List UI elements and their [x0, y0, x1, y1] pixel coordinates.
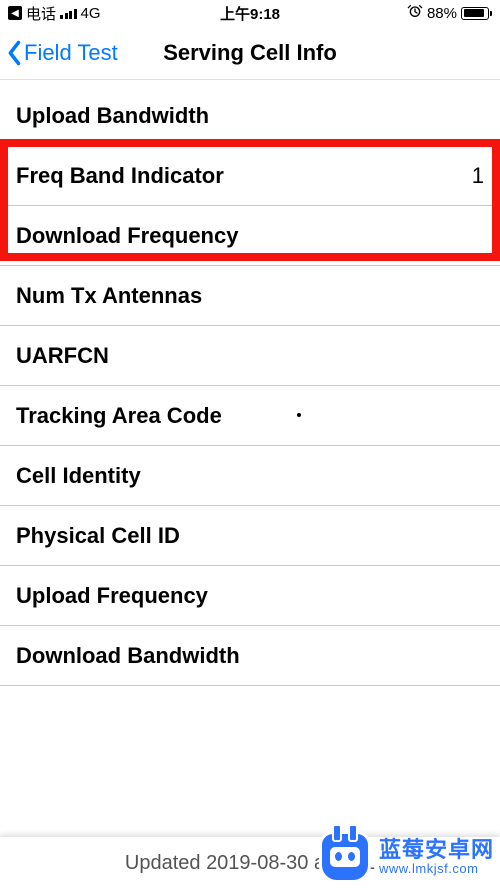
- network-label: 4G: [81, 5, 101, 22]
- back-label: Field Test: [24, 40, 118, 66]
- info-list: Upload Bandwidth Freq Band Indicator 1 D…: [0, 80, 500, 686]
- row-label: Tracking Area Code: [16, 403, 222, 429]
- stray-dot: [297, 413, 301, 417]
- status-right: 88%: [407, 3, 492, 23]
- watermark: 蓝莓安卓网 www.lmkjsf.com: [319, 831, 494, 883]
- row-value: 1: [472, 163, 484, 189]
- status-left: ◀ 电话 4G: [8, 3, 101, 24]
- watermark-url: www.lmkjsf.com: [379, 862, 494, 876]
- row-label: Freq Band Indicator: [16, 163, 224, 189]
- row-label: Num Tx Antennas: [16, 283, 202, 309]
- row-label: Physical Cell ID: [16, 523, 180, 549]
- row-label: Upload Bandwidth: [16, 103, 209, 129]
- status-bar: ◀ 电话 4G 上午9:18 88%: [0, 0, 500, 26]
- row-label: Upload Frequency: [16, 583, 208, 609]
- nav-bar: Field Test Serving Cell Info: [0, 26, 500, 80]
- watermark-text: 蓝莓安卓网 www.lmkjsf.com: [379, 838, 494, 876]
- row-num-tx-antennas[interactable]: Num Tx Antennas: [0, 266, 500, 326]
- row-upload-frequency[interactable]: Upload Frequency: [0, 566, 500, 626]
- battery-icon: [461, 7, 492, 20]
- watermark-robot-icon: [319, 831, 371, 883]
- signal-icon: [60, 7, 77, 19]
- row-label: Download Frequency: [16, 223, 238, 249]
- row-label: Download Bandwidth: [16, 643, 240, 669]
- watermark-title: 蓝莓安卓网: [379, 838, 494, 862]
- clock-label: 上午9:18: [220, 3, 280, 24]
- alarm-icon: [407, 3, 423, 23]
- app-return-icon: ◀: [8, 6, 22, 20]
- row-label: Cell Identity: [16, 463, 141, 489]
- row-cell-identity[interactable]: Cell Identity: [0, 446, 500, 506]
- row-label: UARFCN: [16, 343, 109, 369]
- row-download-frequency[interactable]: Download Frequency: [0, 206, 500, 266]
- row-tracking-area-code[interactable]: Tracking Area Code: [0, 386, 500, 446]
- battery-pct-label: 88%: [427, 5, 457, 22]
- carrier-label: 电话: [26, 3, 56, 24]
- row-uarfcn[interactable]: UARFCN: [0, 326, 500, 386]
- back-button[interactable]: Field Test: [6, 39, 118, 67]
- page-title: Serving Cell Info: [163, 40, 337, 66]
- row-physical-cell-id[interactable]: Physical Cell ID: [0, 506, 500, 566]
- row-freq-band-indicator[interactable]: Freq Band Indicator 1: [0, 146, 500, 206]
- chevron-left-icon: [6, 39, 24, 67]
- row-upload-bandwidth[interactable]: Upload Bandwidth: [0, 86, 500, 146]
- row-download-bandwidth[interactable]: Download Bandwidth: [0, 626, 500, 686]
